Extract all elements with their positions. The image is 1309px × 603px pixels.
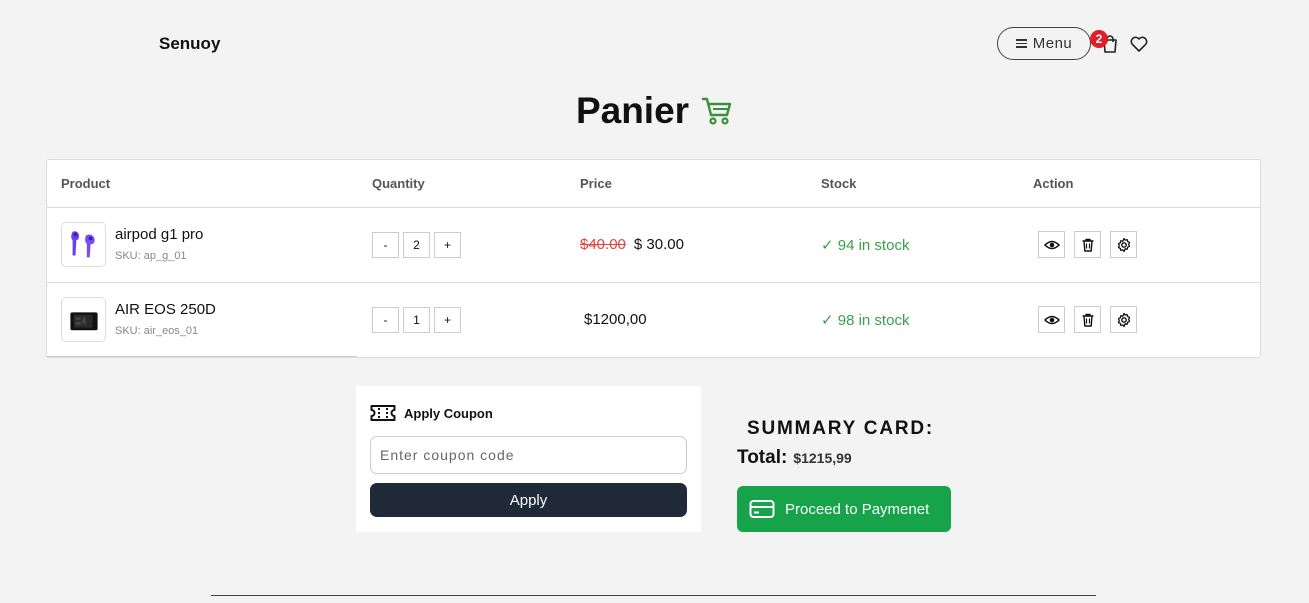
current-price: $ 30.00	[633, 236, 684, 253]
column-header-stock: Stock	[821, 176, 857, 191]
column-header-price: Price	[580, 176, 612, 191]
quantity-stepper: - 2 +	[372, 232, 461, 258]
column-header-product: Product	[61, 176, 111, 191]
quantity-decrease-button[interactable]: -	[372, 307, 399, 333]
cart-count-badge: 2	[1090, 30, 1108, 48]
delete-button[interactable]	[1074, 231, 1101, 258]
total-line: Total: $1215,99	[737, 447, 852, 469]
view-button[interactable]	[1038, 306, 1065, 333]
coupon-header: Apply Coupon	[370, 404, 493, 422]
coupon-title: Apply Coupon	[404, 405, 493, 421]
stock-status: ✓ 94 in stock	[821, 237, 910, 254]
divider	[47, 356, 357, 357]
price-cell: $1200,00	[584, 311, 647, 328]
apply-coupon-button[interactable]: Apply	[370, 483, 687, 517]
product-sku: SKU: ap_g_01	[115, 250, 187, 262]
credit-card-icon	[749, 500, 775, 518]
table-row: airpod g1 pro SKU: ap_g_01 - 2 + $40.00 $…	[47, 208, 1260, 283]
row-actions	[1038, 306, 1137, 333]
row-actions	[1038, 231, 1137, 258]
stock-status: ✓ 98 in stock	[821, 312, 910, 329]
product-sku: SKU: air_eos_01	[115, 325, 199, 337]
coupon-input[interactable]	[370, 436, 687, 474]
trash-icon	[1082, 313, 1093, 327]
delete-button[interactable]	[1074, 306, 1101, 333]
column-header-action: Action	[1033, 176, 1074, 191]
trash-icon	[1082, 238, 1093, 252]
airpods-image[interactable]	[61, 222, 106, 267]
ticket-icon	[370, 405, 396, 421]
quantity-decrease-button[interactable]: -	[372, 232, 399, 258]
pay-button-label: Proceed to Paymenet	[785, 500, 930, 518]
column-header-quantity: Quantity	[372, 176, 425, 191]
quantity-increase-button[interactable]: +	[434, 232, 461, 258]
current-price: $1200,00	[584, 311, 647, 328]
settings-button[interactable]	[1110, 306, 1137, 333]
gear-icon	[1117, 312, 1130, 327]
quantity-value: 1	[403, 307, 430, 333]
total-label: Total:	[737, 447, 788, 468]
proceed-to-payment-button[interactable]: Proceed to Paymenet	[737, 486, 951, 532]
gear-icon	[1117, 237, 1130, 252]
camera-image[interactable]	[61, 297, 106, 342]
settings-button[interactable]	[1110, 231, 1137, 258]
menu-button[interactable]: Menu	[997, 27, 1091, 60]
view-button[interactable]	[1038, 231, 1065, 258]
eye-icon	[1043, 315, 1060, 324]
eye-icon	[1043, 240, 1060, 249]
table-header: Product Quantity Price Stock Action	[47, 160, 1260, 208]
price-cell: $40.00 $ 30.00	[580, 236, 684, 253]
cart-table: Product Quantity Price Stock Action airp…	[46, 159, 1261, 358]
product-name[interactable]: airpod g1 pro	[115, 226, 203, 243]
brand-logo[interactable]: Senuoy	[159, 34, 220, 54]
quantity-value: 2	[403, 232, 430, 258]
product-name[interactable]: AIR EOS 250D	[115, 301, 216, 318]
menu-icon	[1015, 39, 1027, 48]
summary-title: SUMMARY CARD:	[747, 418, 935, 439]
shopping-cart-icon	[701, 91, 733, 132]
table-row: AIR EOS 250D SKU: air_eos_01 - 1 + $1200…	[47, 283, 1260, 358]
heart-icon[interactable]	[1129, 34, 1149, 54]
page-title-wrap: Panier	[0, 90, 1309, 132]
page-title: Panier	[575, 90, 690, 131]
total-value: $1215,99	[793, 450, 852, 466]
old-price: $40.00	[580, 236, 626, 253]
coupon-card: Apply Coupon Apply	[356, 386, 701, 532]
menu-button-label: Menu	[1032, 35, 1073, 52]
footer-divider	[211, 595, 1096, 596]
quantity-stepper: - 1 +	[372, 307, 461, 333]
quantity-increase-button[interactable]: +	[434, 307, 461, 333]
